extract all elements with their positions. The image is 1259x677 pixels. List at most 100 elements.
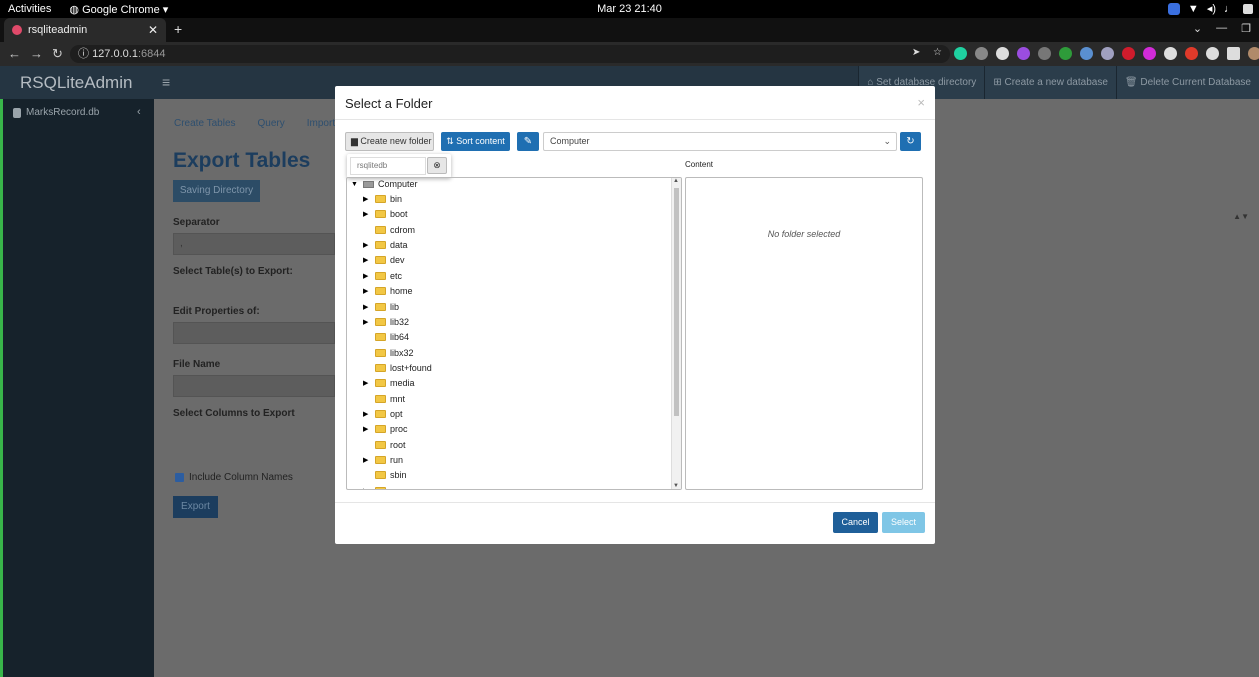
extension-icon[interactable] bbox=[1059, 47, 1072, 60]
battery-icon[interactable] bbox=[1243, 3, 1253, 14]
caret-right-icon[interactable]: ▶ bbox=[363, 303, 371, 311]
caret-right-icon[interactable]: ▶ bbox=[363, 287, 371, 295]
pencil-icon[interactable]: ✎ bbox=[517, 132, 539, 151]
tree-node[interactable]: libx32 bbox=[363, 346, 414, 360]
reload-icon[interactable]: ↻ bbox=[52, 46, 63, 62]
extension-icon[interactable] bbox=[954, 47, 967, 60]
tree-node[interactable]: root bbox=[363, 438, 406, 452]
tab-search-chevron-icon[interactable]: ⌄ bbox=[1193, 22, 1202, 35]
select-button[interactable]: Select bbox=[882, 512, 925, 533]
sort-content-button[interactable]: ⇅ Sort content bbox=[441, 132, 510, 151]
sort-caret-icon[interactable]: ▲▼ bbox=[1233, 212, 1249, 221]
new-folder-name-input[interactable]: rsqlitedb bbox=[350, 157, 426, 175]
tab-close-icon[interactable]: ✕ bbox=[148, 23, 158, 37]
hamburger-menu-icon[interactable]: ≡ bbox=[162, 74, 170, 90]
scroll-down-icon[interactable]: ▼ bbox=[673, 483, 679, 489]
tree-node[interactable]: lib64 bbox=[363, 330, 409, 344]
tab-create-tables[interactable]: Create Tables bbox=[174, 118, 236, 129]
share-icon[interactable]: ➤ bbox=[912, 47, 925, 60]
extension-icon[interactable] bbox=[1164, 47, 1177, 60]
address-bar[interactable]: ⓘ 127.0.0.1:6844 bbox=[70, 45, 950, 63]
restore-icon[interactable]: ❐ bbox=[1241, 22, 1251, 35]
tree-node[interactable]: ▶ boot bbox=[363, 207, 408, 221]
caret-down-icon[interactable]: ▼ bbox=[351, 181, 359, 188]
caret-right-icon[interactable]: ▶ bbox=[363, 195, 371, 203]
tree-node[interactable]: ▶ etc bbox=[363, 269, 402, 283]
caret-right-icon[interactable]: ▶ bbox=[363, 456, 371, 464]
zoom-indicator-icon[interactable] bbox=[1167, 2, 1180, 15]
side-panel-icon[interactable] bbox=[1227, 47, 1240, 60]
extension-icon[interactable] bbox=[1122, 47, 1135, 60]
puzzle-icon[interactable] bbox=[1206, 47, 1219, 60]
tree-node[interactable]: ▶ lib32 bbox=[363, 315, 409, 329]
mic-icon[interactable]: ♩ bbox=[1224, 3, 1235, 15]
tree-node[interactable]: ▶ run bbox=[363, 453, 403, 467]
chevron-left-icon[interactable]: ‹ bbox=[137, 106, 141, 118]
extension-icon[interactable] bbox=[1185, 47, 1198, 60]
extension-icon[interactable] bbox=[996, 47, 1009, 60]
minimize-icon[interactable]: — bbox=[1216, 22, 1227, 35]
scroll-up-icon[interactable]: ▲ bbox=[673, 178, 679, 184]
folder-tree[interactable]: ▼ Computer ▶ bin ▶ boot cdrom ▶ data ▶ dev ▶ etc ▶ h… bbox=[346, 177, 682, 490]
tree-node[interactable]: ▶ lib bbox=[363, 300, 399, 314]
tree-node[interactable]: ▶ home bbox=[363, 284, 413, 298]
saving-directory-button[interactable]: Saving Directory bbox=[173, 180, 260, 202]
extension-icon[interactable] bbox=[1017, 47, 1030, 60]
back-arrow-icon[interactable]: ← bbox=[8, 46, 21, 61]
extension-icon[interactable] bbox=[975, 47, 988, 60]
tab-query[interactable]: Query bbox=[258, 118, 285, 129]
brand[interactable]: RSQLiteAdmin bbox=[20, 73, 132, 93]
extension-icon[interactable] bbox=[1143, 47, 1156, 60]
root-select[interactable]: Computer ⌄ bbox=[543, 132, 897, 151]
caret-right-icon[interactable]: ▶ bbox=[363, 379, 371, 387]
tree-node[interactable]: cdrom bbox=[363, 223, 415, 237]
tree-node[interactable]: sbin bbox=[363, 468, 407, 482]
tree-node[interactable]: ▶ media bbox=[363, 376, 415, 390]
create-new-folder-button[interactable]: ▆ Create new folder bbox=[345, 132, 434, 151]
tree-node[interactable]: ▶ data bbox=[363, 238, 408, 252]
profile-avatar[interactable] bbox=[1248, 47, 1259, 60]
scrollbar-thumb[interactable] bbox=[674, 188, 679, 416]
tree-scrollbar[interactable]: ▲ ▼ bbox=[671, 178, 681, 489]
bookmark-star-icon[interactable]: ☆ bbox=[933, 47, 946, 60]
tree-node[interactable]: ▶ opt bbox=[363, 407, 403, 421]
tree-node[interactable]: ▶ proc bbox=[363, 422, 408, 436]
tree-node[interactable]: lost+found bbox=[363, 361, 432, 375]
extension-icon[interactable] bbox=[1080, 47, 1093, 60]
tree-node[interactable]: mnt bbox=[363, 392, 405, 406]
export-button[interactable]: Export bbox=[173, 496, 218, 518]
volume-icon[interactable]: ◂) bbox=[1207, 2, 1216, 15]
confirm-new-folder-icon[interactable]: ⊗ bbox=[427, 157, 447, 174]
site-info-icon[interactable]: ⓘ bbox=[78, 48, 92, 60]
create-new-database-button[interactable]: ⊞ Create a new database bbox=[984, 66, 1116, 99]
extension-icon[interactable] bbox=[1038, 47, 1051, 60]
caret-right-icon[interactable]: ▶ bbox=[363, 425, 371, 433]
tree-node[interactable]: ▶ snap bbox=[363, 484, 410, 489]
tree-node[interactable]: ▶ bin bbox=[363, 192, 402, 206]
caret-right-icon[interactable]: ▶ bbox=[363, 410, 371, 418]
clock[interactable]: Mar 23 21:40 bbox=[0, 3, 1259, 15]
delete-current-database-button[interactable]: 🗑 Delete Current Database bbox=[1115, 66, 1259, 99]
separator-input[interactable]: , bbox=[173, 233, 335, 255]
tree-root[interactable]: ▼ Computer bbox=[351, 178, 418, 191]
new-tab-button[interactable]: + bbox=[174, 21, 182, 37]
include-column-names-checkbox[interactable]: Include Column Names bbox=[175, 472, 293, 483]
tree-node[interactable]: ▶ dev bbox=[363, 253, 405, 267]
wifi-icon[interactable]: ▼ bbox=[1188, 3, 1199, 15]
close-icon[interactable]: × bbox=[917, 95, 925, 110]
refresh-icon[interactable]: ↻ bbox=[900, 132, 921, 151]
caret-right-icon[interactable]: ▶ bbox=[363, 256, 371, 264]
caret-right-icon[interactable]: ▶ bbox=[363, 318, 371, 326]
caret-right-icon[interactable]: ▶ bbox=[363, 241, 371, 249]
edit-properties-select[interactable] bbox=[173, 322, 335, 344]
browser-tab[interactable]: rsqliteadmin ✕ bbox=[4, 18, 166, 42]
caret-right-icon[interactable]: ▶ bbox=[363, 272, 371, 280]
caret-right-icon[interactable]: ▶ bbox=[363, 210, 371, 218]
file-name-input[interactable] bbox=[173, 375, 335, 397]
forward-arrow-icon[interactable]: → bbox=[30, 46, 43, 61]
caret-right-icon[interactable]: ▶ bbox=[363, 487, 371, 489]
sidebar-item-database[interactable]: MarksRecord.db bbox=[13, 107, 99, 118]
cancel-button[interactable]: Cancel bbox=[833, 512, 878, 533]
extension-icon[interactable] bbox=[1101, 47, 1114, 60]
content-header: Content bbox=[685, 160, 714, 169]
